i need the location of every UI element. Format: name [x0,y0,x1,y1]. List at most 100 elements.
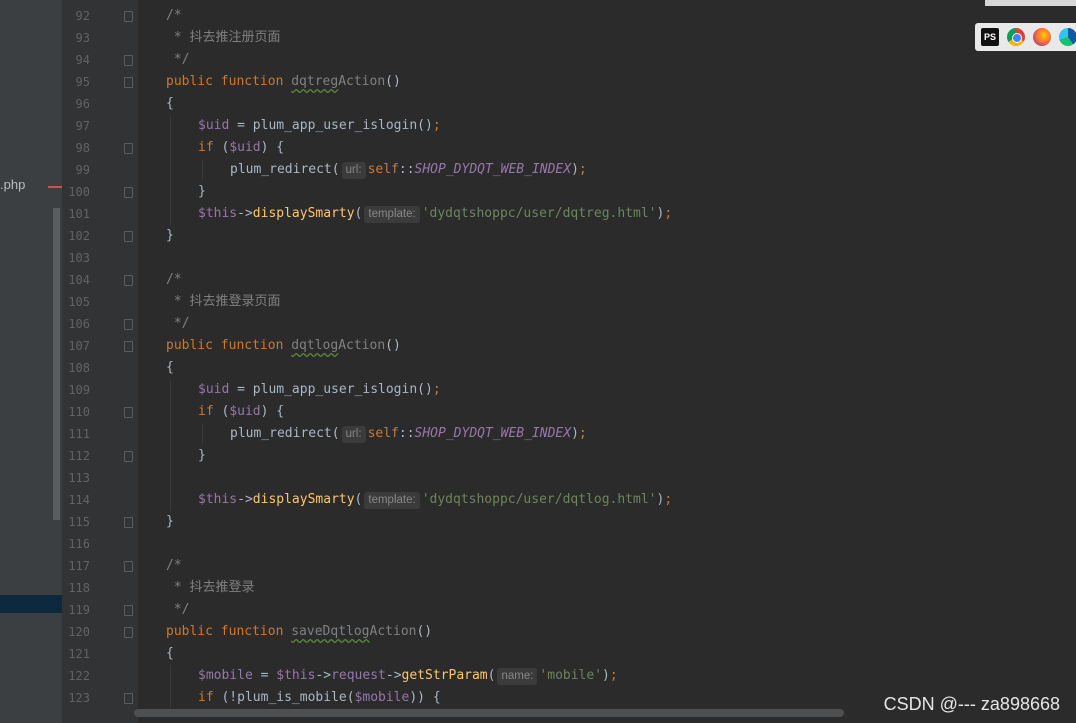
phpstorm-icon[interactable]: PS [981,28,999,46]
code-text: /* [166,269,182,291]
code-token: -> [385,668,402,683]
code-line[interactable]: 103 [0,247,1076,269]
fold-marker-icon[interactable] [124,451,133,462]
fold-marker-icon[interactable] [124,11,133,22]
code-line[interactable]: 118 * 抖去推登录 [0,577,1076,599]
watermark: CSDN @--- za898668 [883,694,1060,714]
line-number: 92 [75,9,90,23]
fold-marker-icon[interactable] [124,561,133,572]
fold-marker-icon[interactable] [124,627,133,638]
code-line[interactable]: 101 $this->displaySmarty(template:'dydqts… [0,203,1076,225]
code-token: public function [166,338,292,353]
code-token: /* [166,558,182,573]
code-token: $uid [229,404,261,419]
code-token: 'dydqtshoppc/user/dqtlog.html' [421,492,657,507]
code-line[interactable]: 102} [0,225,1076,247]
fold-marker-icon[interactable] [124,143,133,154]
code-line[interactable]: 96 { [0,93,1076,115]
fold-marker-icon[interactable] [124,77,133,88]
code-token: ) [571,426,579,441]
fold-marker-icon[interactable] [124,407,133,418]
code-token: = [252,668,277,683]
code-line[interactable]: 107 public function dqtlogAction() [0,335,1076,357]
code-line[interactable]: 108 { [0,357,1076,379]
code-token: self [367,162,399,177]
code-line[interactable]: 98 if ($uid) { [0,137,1076,159]
code-token: ; [609,668,618,683]
code-line[interactable]: 121 { [0,643,1076,665]
line-number: 108 [68,361,90,375]
edge-icon[interactable] [1059,28,1076,46]
code-token: $uid [229,140,261,155]
fold-marker-icon[interactable] [124,517,133,528]
fold-marker-icon[interactable] [124,319,133,330]
fold-marker-icon[interactable] [124,275,133,286]
code-line[interactable]: 105 * 抖去推登录页面 [0,291,1076,313]
code-line[interactable]: 94 */ [0,49,1076,71]
code-line[interactable]: 120 public function saveDqtlogAction() [0,621,1076,643]
code-token: = plum_app_user_islogin() [229,118,433,133]
code-text: if ($uid) { [198,401,284,423]
code-line[interactable]: 115} [0,511,1076,533]
code-line[interactable]: 112} [0,445,1076,467]
fold-marker-icon[interactable] [124,55,133,66]
code-line[interactable]: 99 plum_redirect(url: self::SHOP_DYDQT_WEB… [0,159,1076,181]
code-token: ; [578,426,587,441]
indent-guide [170,203,171,225]
code-token: $this [198,492,238,507]
code-token: displaySmarty [252,206,355,221]
code-text: $this->displaySmarty(template:'dydqtshop… [198,489,672,511]
fold-marker-icon[interactable] [124,231,133,242]
line-number: 119 [68,603,90,617]
code-line[interactable]: 114 $this->displaySmarty(template:'dydqts… [0,489,1076,511]
code-text: /* [166,555,182,577]
code-token: public function [166,624,292,639]
code-token: () [385,74,401,89]
line-number: 102 [68,229,90,243]
code-token: /* [166,8,182,23]
fold-marker-icon[interactable] [124,341,133,352]
horizontal-scrollbar[interactable] [134,709,844,717]
code-token: public function [166,74,292,89]
parameter-hint: template: [364,492,420,509]
code-line[interactable]: 92 /* [0,5,1076,27]
line-number: 97 [75,119,90,133]
code-text: */ [166,313,190,335]
code-text: * 抖去推登录页面 [166,291,281,313]
code-token: * 抖去推注册页面 [166,30,281,45]
firefox-icon[interactable] [1033,28,1051,46]
code-line[interactable]: 117 /* [0,555,1076,577]
code-text: if ($uid) { [198,137,284,159]
code-token: { [166,646,174,661]
code-token: { [166,96,174,111]
code-line[interactable]: 93 * 抖去推注册页面 [0,27,1076,49]
code-line[interactable]: 95 public function dqtregAction() [0,71,1076,93]
code-line[interactable]: 104 /* [0,269,1076,291]
fold-marker-icon[interactable] [124,693,133,704]
code-text: { [166,357,174,379]
line-number: 95 [75,75,90,89]
code-token: ; [664,492,673,507]
chrome-icon[interactable] [1007,28,1025,46]
code-line[interactable]: 106 */ [0,313,1076,335]
code-line[interactable]: 97 $uid = plum_app_user_islogin(); [0,115,1076,137]
code-line[interactable]: 110 if ($uid) { [0,401,1076,423]
code-line[interactable]: 122 $mobile = $this->request->getStrParam… [0,665,1076,687]
code-line[interactable]: 113 [0,467,1076,489]
code-token: $uid [198,382,230,397]
code-line[interactable]: 119 */ [0,599,1076,621]
code-token: if [198,690,222,705]
code-line[interactable]: 109 $uid = plum_app_user_islogin(); [0,379,1076,401]
fold-marker-icon[interactable] [124,187,133,198]
code-line[interactable]: 100} [0,181,1076,203]
code-line[interactable]: 116 [0,533,1076,555]
code-text: { [166,93,174,115]
indent-guide [170,687,171,709]
code-line[interactable]: 111 plum_redirect(url: self::SHOP_DYDQT_WE… [0,423,1076,445]
code-token: * 抖去推登录 [166,580,255,595]
line-number: 120 [68,625,90,639]
indent-guide [170,181,171,203]
line-number: 96 [75,97,90,111]
code-token: ) [571,162,579,177]
fold-marker-icon[interactable] [124,605,133,616]
